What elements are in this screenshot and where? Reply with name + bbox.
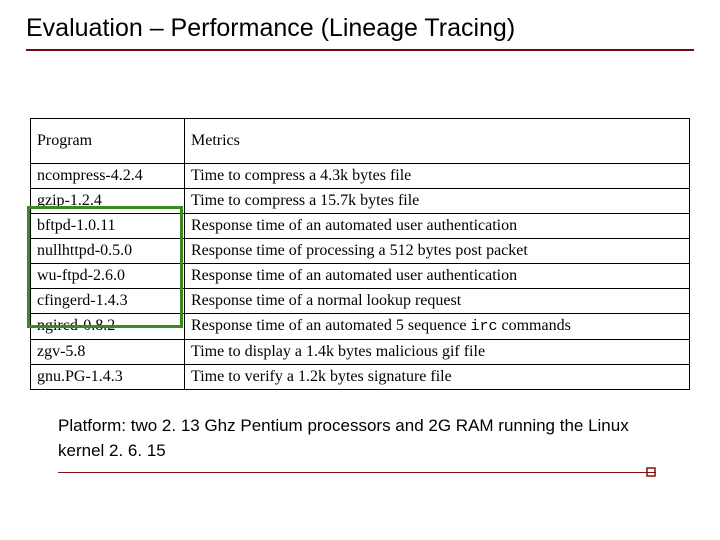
- table-row: ngircd-0.8.2 Response time of an automat…: [31, 314, 690, 340]
- table-row: nullhttpd-0.5.0 Response time of process…: [31, 239, 690, 264]
- table-row: gnu.PG-1.4.3 Time to verify a 1.2k bytes…: [31, 364, 690, 389]
- metrics-table: Program Metrics ncompress-4.2.4 Time to …: [30, 118, 690, 390]
- cell-program: ncompress-4.2.4: [31, 164, 185, 189]
- cell-metrics: Response time of a normal lookup request: [185, 289, 690, 314]
- cell-program: wu-ftpd-2.6.0: [31, 264, 185, 289]
- cell-program: cfingerd-1.4.3: [31, 289, 185, 314]
- cell-program: gnu.PG-1.4.3: [31, 364, 185, 389]
- table-header-row: Program Metrics: [31, 119, 690, 164]
- metrics-table-wrap: Program Metrics ncompress-4.2.4 Time to …: [30, 118, 690, 390]
- cell-metrics-code: irc: [470, 318, 497, 335]
- cell-program: zgv-5.8: [31, 339, 185, 364]
- cell-metrics: Response time of an automated user authe…: [185, 264, 690, 289]
- table-row: wu-ftpd-2.6.0 Response time of an automa…: [31, 264, 690, 289]
- cell-metrics: Response time of processing a 512 bytes …: [185, 239, 690, 264]
- header-program: Program: [31, 119, 185, 164]
- cell-metrics: Time to verify a 1.2k bytes signature fi…: [185, 364, 690, 389]
- table-row: zgv-5.8 Time to display a 1.4k bytes mal…: [31, 339, 690, 364]
- table-row: cfingerd-1.4.3 Response time of a normal…: [31, 289, 690, 314]
- cell-metrics-post: commands: [497, 317, 570, 334]
- page-title: Evaluation – Performance (Lineage Tracin…: [26, 14, 694, 51]
- cell-metrics: Response time of an automated 5 sequence…: [185, 314, 690, 340]
- table-row: bftpd-1.0.11 Response time of an automat…: [31, 214, 690, 239]
- cell-metrics: Response time of an automated user authe…: [185, 214, 690, 239]
- cell-metrics: Time to display a 1.4k bytes malicious g…: [185, 339, 690, 364]
- table-row: ncompress-4.2.4 Time to compress a 4.3k …: [31, 164, 690, 189]
- cell-metrics-pre: Response time of an automated 5 sequence: [191, 317, 470, 334]
- footer-divider: [58, 472, 656, 473]
- cell-program: nullhttpd-0.5.0: [31, 239, 185, 264]
- cell-program: gzip-1.2.4: [31, 189, 185, 214]
- platform-text: Platform: two 2. 13 Ghz Pentium processo…: [58, 414, 658, 463]
- cell-metrics: Time to compress a 4.3k bytes file: [185, 164, 690, 189]
- cell-program: bftpd-1.0.11: [31, 214, 185, 239]
- header-metrics: Metrics: [185, 119, 690, 164]
- cell-program: ngircd-0.8.2: [31, 314, 185, 340]
- table-row: gzip-1.2.4 Time to compress a 15.7k byte…: [31, 189, 690, 214]
- cell-metrics: Time to compress a 15.7k bytes file: [185, 189, 690, 214]
- square-bullet-icon: [646, 467, 656, 477]
